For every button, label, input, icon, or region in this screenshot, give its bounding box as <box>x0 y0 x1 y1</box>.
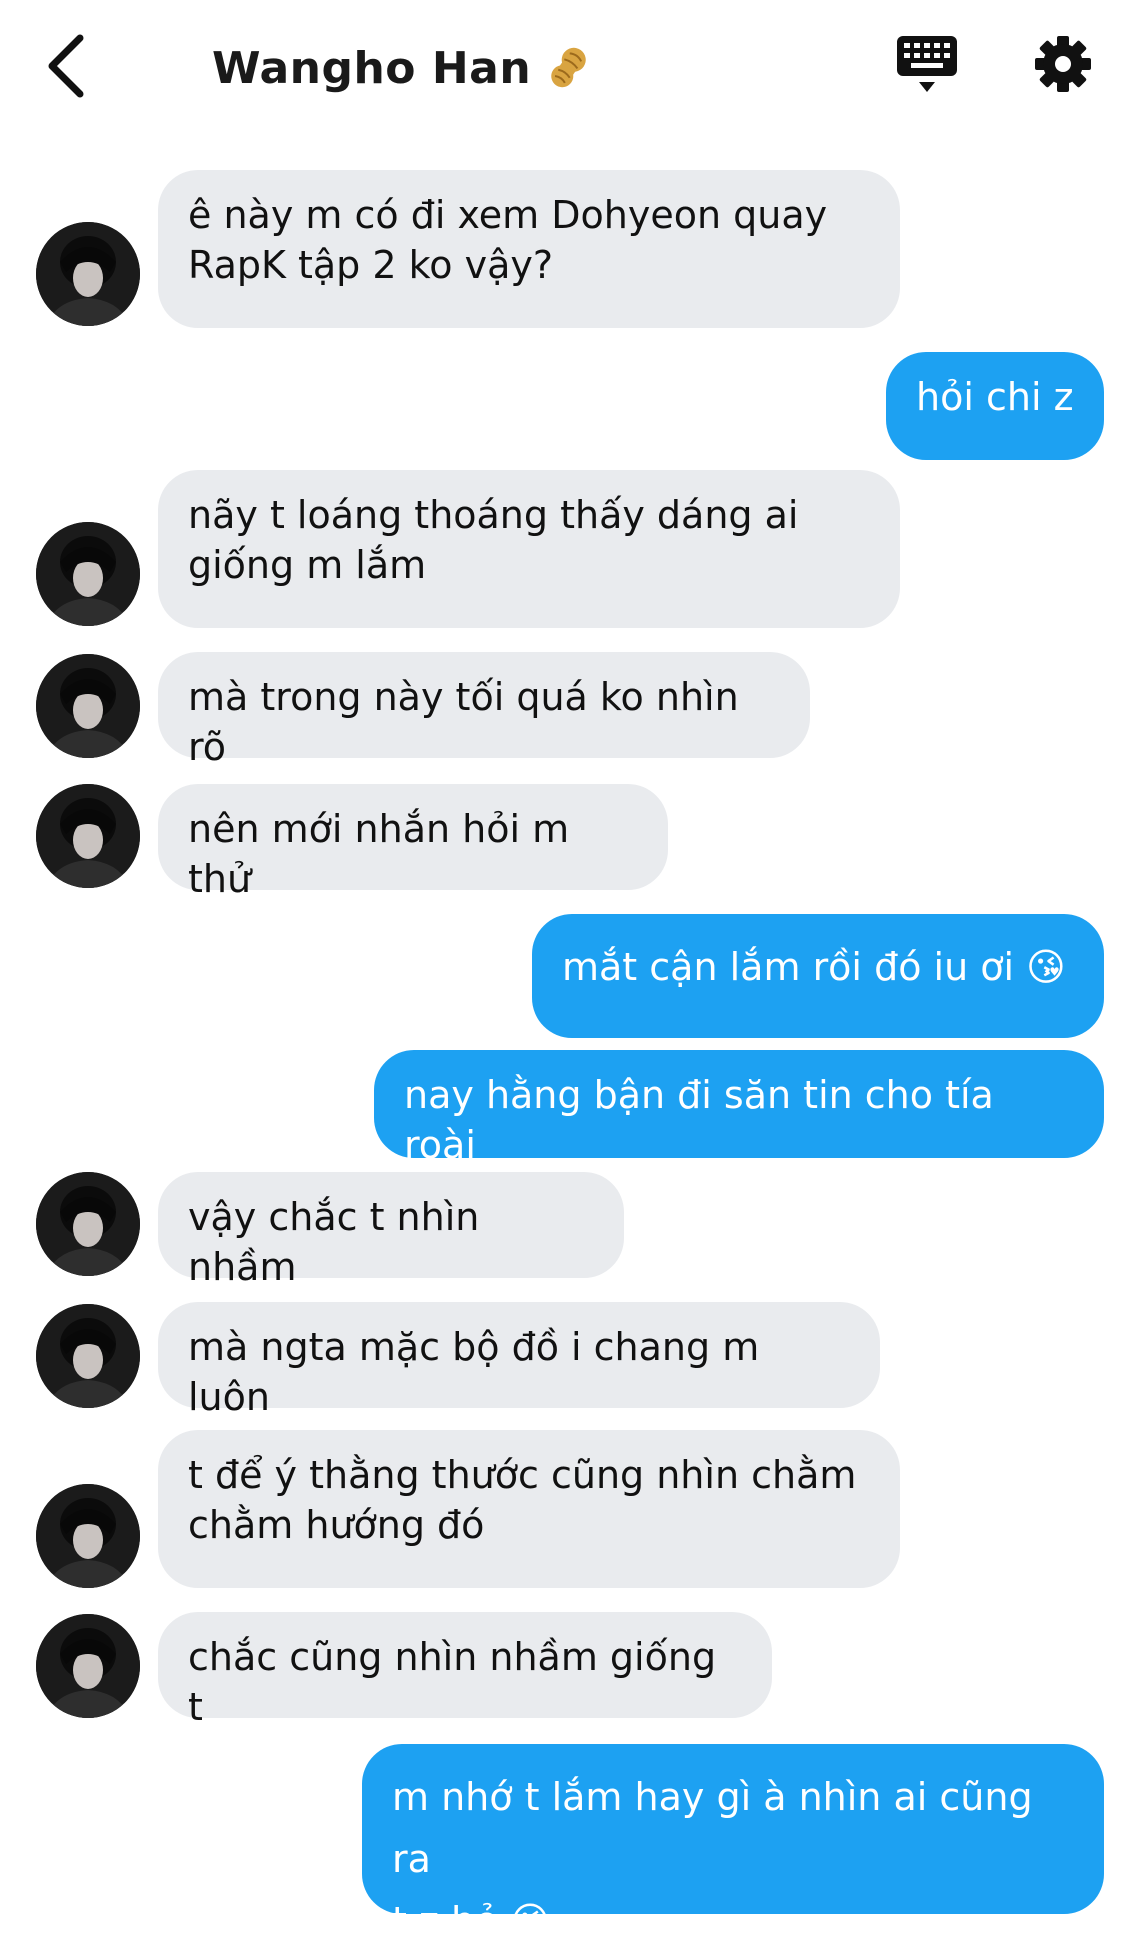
chat-title: Wangho Han <box>212 38 591 98</box>
profile-photo <box>36 784 140 888</box>
chat-header: Wangho Han <box>0 0 1131 140</box>
avatar[interactable] <box>36 1172 140 1276</box>
avatar[interactable] <box>36 1304 140 1408</box>
avatar[interactable] <box>36 1484 140 1588</box>
profile-photo <box>36 1304 140 1408</box>
incoming-message[interactable]: t để ý thằng thước cũng nhìn chằm chằm h… <box>158 1430 900 1588</box>
keyboard-button[interactable] <box>895 32 959 98</box>
incoming-message[interactable]: mà ngta mặc bộ đồ i chang m luôn <box>158 1302 880 1419</box>
back-button[interactable] <box>40 30 96 102</box>
outgoing-message[interactable]: hỏi chi z <box>886 352 1104 460</box>
profile-photo <box>36 1484 140 1588</box>
incoming-message[interactable]: nãy t loáng thoáng thấy dáng ai giống m … <box>158 470 900 628</box>
profile-photo <box>36 222 140 326</box>
avatar[interactable] <box>36 654 140 758</box>
contact-name: Wangho Han <box>212 42 532 94</box>
profile-photo <box>36 654 140 758</box>
profile-photo <box>36 1614 140 1718</box>
keyboard-icon <box>897 36 957 92</box>
settings-button[interactable] <box>1033 34 1093 94</box>
peanut-icon <box>551 47 586 88</box>
incoming-message[interactable]: mà trong này tối quá ko nhìn rõ <box>158 652 810 769</box>
profile-photo <box>36 522 140 626</box>
outgoing-message[interactable]: mắt cận lắm rồi đó iu ơi 😘 <box>532 914 1104 1038</box>
incoming-message[interactable]: ê này m có đi xem Dohyeon quay RapK tập … <box>158 170 900 328</box>
incoming-message[interactable]: vậy chắc t nhìn nhầm <box>158 1172 624 1289</box>
avatar[interactable] <box>36 1614 140 1718</box>
outgoing-message[interactable]: nay hằng bận đi săn tin cho tía roài <box>374 1050 1104 1167</box>
avatar[interactable] <box>36 784 140 888</box>
profile-photo <box>36 1172 140 1276</box>
chevron-left-icon <box>48 34 84 98</box>
incoming-message[interactable]: nên mới nhắn hỏi m thử <box>158 784 668 901</box>
avatar[interactable] <box>36 222 140 326</box>
gear-icon <box>1035 36 1091 92</box>
avatar[interactable] <box>36 522 140 626</box>
incoming-message[interactable]: chắc cũng nhìn nhầm giống t <box>158 1612 772 1729</box>
outgoing-message[interactable]: m nhớ t lắm hay gì à nhìn ai cũng ra t z… <box>362 1744 1104 1943</box>
